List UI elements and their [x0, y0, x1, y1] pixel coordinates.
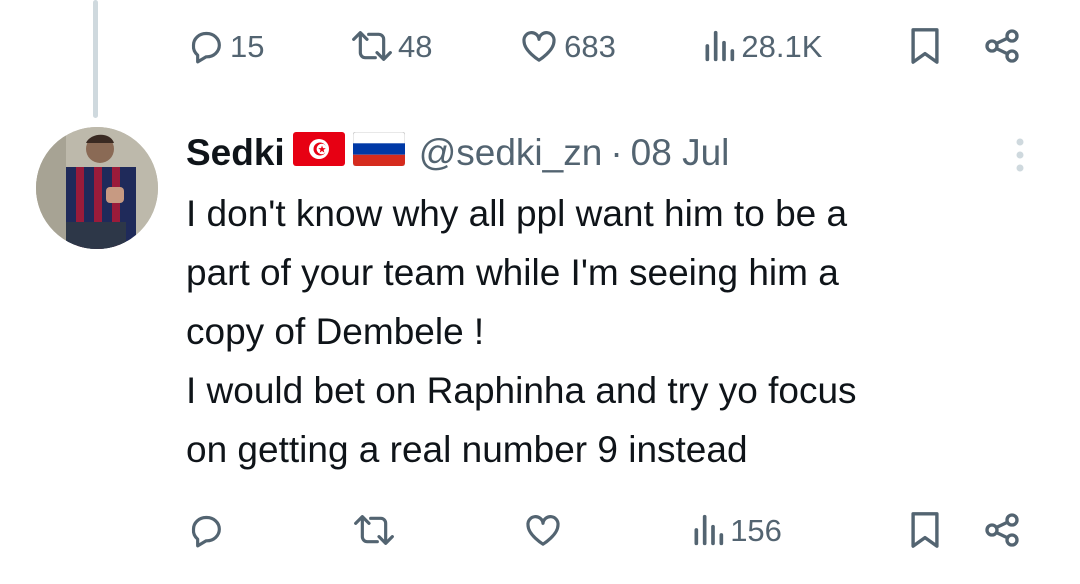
parent-action-bar: 15 48 683 28.1K — [186, 22, 1022, 70]
display-name[interactable]: Sedki — [186, 132, 285, 174]
reply-button[interactable]: 15 — [186, 26, 264, 66]
views-icon — [694, 514, 724, 546]
thread-connector-line — [93, 0, 98, 118]
more-options-button[interactable] — [1010, 137, 1030, 173]
repost-button[interactable]: 48 — [350, 26, 433, 66]
heart-icon — [526, 515, 560, 546]
views-button[interactable]: 156 — [690, 510, 782, 550]
bookmark-button[interactable] — [908, 25, 942, 67]
like-button[interactable]: 683 — [518, 26, 616, 66]
like-count: 683 — [564, 28, 616, 64]
tweet-date[interactable]: 08 Jul — [631, 132, 730, 174]
reply-count: 15 — [230, 28, 265, 64]
reply-action-bar: 156 — [186, 506, 1022, 554]
views-count: 28.1K — [741, 28, 823, 64]
tunisia-flag-icon — [292, 131, 345, 175]
heart-icon — [522, 31, 556, 62]
views-icon — [705, 30, 735, 62]
share-icon — [985, 29, 1019, 63]
bookmark-icon — [911, 512, 939, 548]
avatar-image — [36, 127, 158, 249]
separator-dot: · — [610, 132, 623, 173]
repost-icon — [352, 31, 392, 61]
repost-count: 48 — [398, 28, 433, 64]
bookmark-button[interactable] — [908, 509, 942, 551]
user-handle[interactable]: @sedki_zn — [419, 132, 603, 174]
reply-icon — [191, 31, 221, 64]
russia-flag-icon — [352, 131, 406, 175]
repost-icon — [354, 515, 394, 545]
repost-button[interactable] — [352, 510, 396, 550]
share-button[interactable] — [982, 510, 1022, 550]
more-vertical-icon — [1016, 138, 1024, 172]
avatar[interactable] — [36, 127, 158, 249]
views-button[interactable]: 28.1K — [701, 26, 822, 66]
bookmark-icon — [911, 28, 939, 64]
like-button[interactable] — [522, 510, 564, 550]
share-icon — [985, 513, 1019, 547]
tweet-text: I don't know why all ppl want him to be … — [186, 193, 857, 470]
tweet-header: Sedki @sedki_zn · 08 Jul — [186, 128, 729, 178]
share-button[interactable] — [982, 26, 1022, 66]
reply-button[interactable] — [186, 510, 226, 550]
views-count: 156 — [730, 512, 782, 548]
reply-icon — [191, 515, 221, 548]
